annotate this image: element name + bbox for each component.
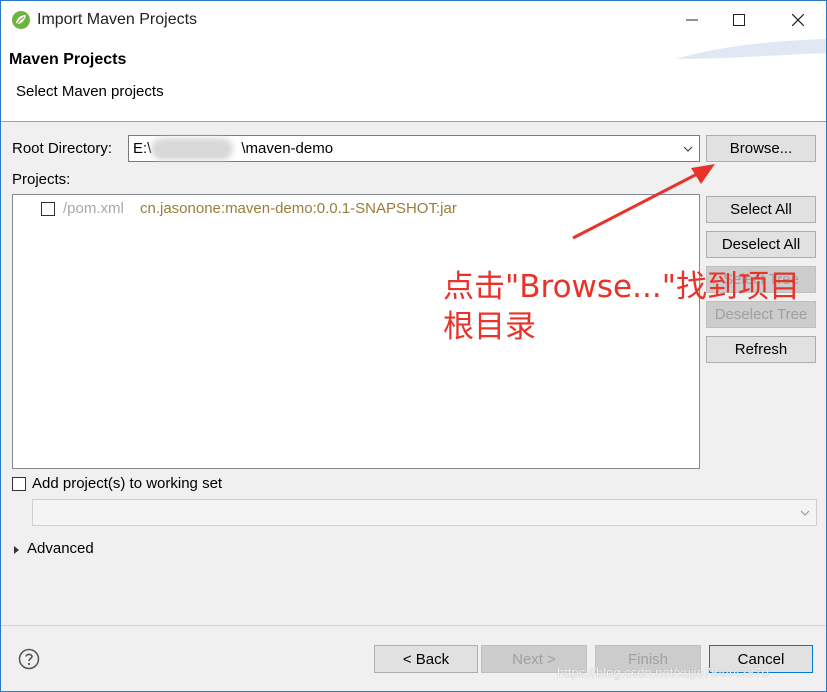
help-icon[interactable] <box>18 648 40 670</box>
project-pom-path: /pom.xml <box>63 200 124 217</box>
header-decoration <box>676 39 826 59</box>
chevron-down-icon[interactable] <box>681 142 695 156</box>
projects-label: Projects: <box>12 171 71 188</box>
project-checkbox[interactable] <box>41 202 55 216</box>
root-directory-label: Root Directory: <box>12 140 113 157</box>
project-artifact: cn.jasonone:maven-demo:0.0.1-SNAPSHOT:ja… <box>140 200 457 217</box>
annotation-line-1: 点击"Browse..."找到项目 <box>443 269 800 305</box>
page-description: Select Maven projects <box>16 83 164 100</box>
working-set-combo[interactable] <box>32 499 817 526</box>
annotation-arrow-icon <box>572 164 715 240</box>
maximize-button[interactable] <box>712 1 766 39</box>
redacted-path <box>151 138 233 160</box>
advanced-toggle[interactable]: Advanced <box>27 540 94 557</box>
working-set-label: Add project(s) to working set <box>32 475 223 492</box>
footer-separator <box>1 625 826 626</box>
back-button[interactable]: < Back <box>374 645 478 673</box>
window-title: Import Maven Projects <box>37 11 198 28</box>
page-title: Maven Projects <box>9 51 127 68</box>
close-icon <box>792 14 804 26</box>
wizard-header: Maven Projects Select Maven projects <box>1 39 826 122</box>
expand-arrow-icon[interactable] <box>14 546 19 554</box>
annotation-text: 点击"Browse..."找到项目 根目录 <box>443 267 800 347</box>
minimize-button[interactable] <box>665 1 719 39</box>
watermark: https://blog.csdn.net/xujie784442870 <box>557 665 769 680</box>
maximize-icon <box>733 14 745 26</box>
spring-leaf-icon <box>12 11 30 29</box>
chevron-down-icon[interactable] <box>798 506 812 520</box>
minimize-icon <box>686 19 698 21</box>
import-maven-projects-dialog: Import Maven Projects Maven Projects Sel… <box>0 0 827 692</box>
working-set-checkbox[interactable] <box>12 477 26 491</box>
annotation-line-2: 根目录 <box>443 309 536 345</box>
title-bar: Import Maven Projects <box>1 1 826 39</box>
close-button[interactable] <box>771 1 825 39</box>
